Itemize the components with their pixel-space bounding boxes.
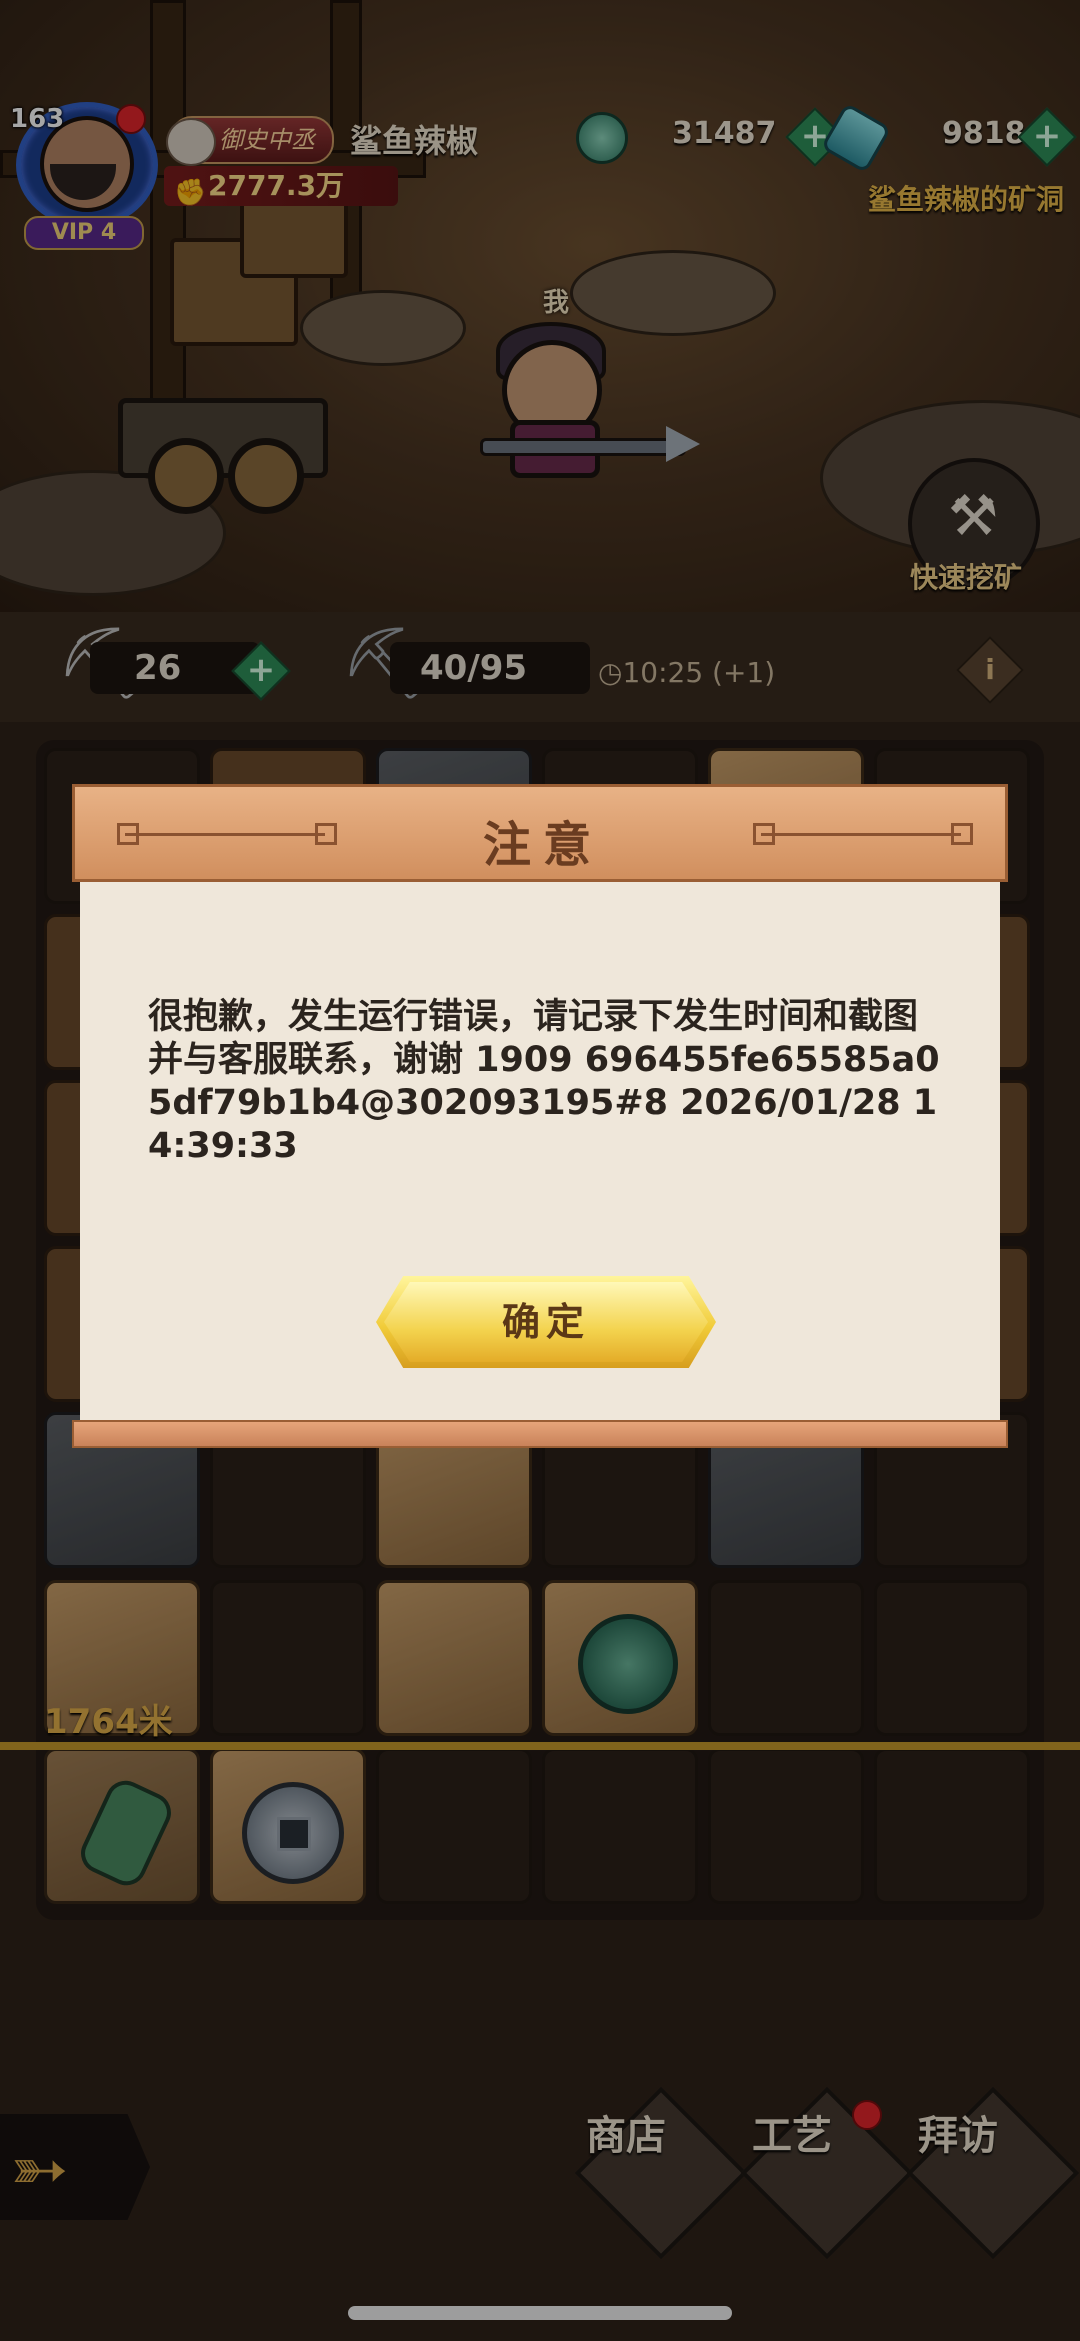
error-dialog: 注意 很抱歉，发生运行错误，请记录下发生时间和截图并与客服联系，谢谢 1909 … xyxy=(72,784,1008,1458)
dialog-title: 注意 xyxy=(482,817,603,873)
confirm-button[interactable]: 确定 xyxy=(376,1276,716,1368)
confirm-button-label: 确定 xyxy=(501,1299,590,1344)
error-message: 很抱歉，发生运行错误，请记录下发生时间和截图并与客服联系，谢谢 1909 696… xyxy=(148,997,940,1166)
dialog-footer xyxy=(72,1420,1008,1448)
dialog-header: 注意 xyxy=(72,784,1008,882)
dialog-body: 很抱歉，发生运行错误，请记录下发生时间和截图并与客服联系，谢谢 1909 696… xyxy=(80,882,1000,1420)
